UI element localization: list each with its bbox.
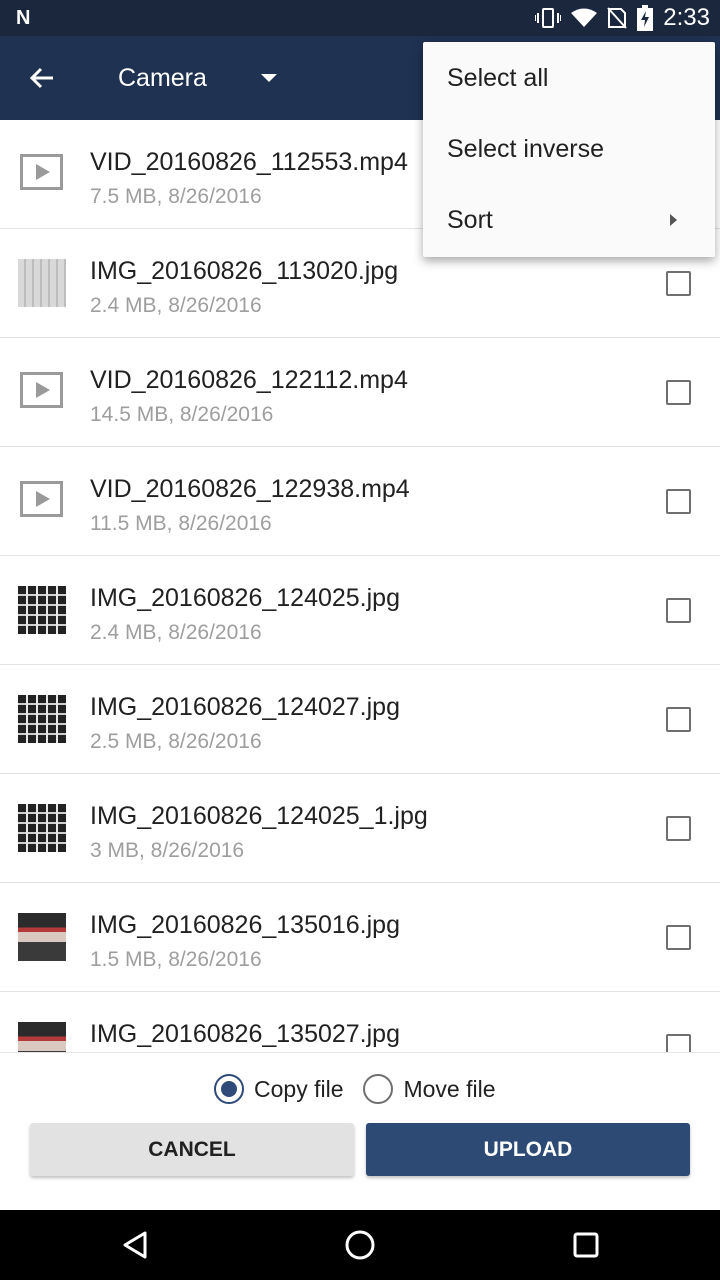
image-thumbnail <box>18 695 66 743</box>
clock: 2:33 <box>663 4 710 31</box>
folder-dropdown[interactable]: Camera <box>118 56 277 100</box>
menu-item-select-inverse[interactable]: Select inverse <box>423 114 715 185</box>
file-row[interactable]: IMG_20160826_124027.jpg 2.5 MB, 8/26/201… <box>0 665 720 774</box>
file-meta: 3 MB, 8/26/2016 <box>90 839 245 862</box>
file-meta: 1.5 MB, 8/26/2016 <box>90 948 262 971</box>
file-meta: 2.4 MB, 8/26/2016 <box>90 294 262 317</box>
battery-charging-icon <box>637 5 654 31</box>
menu-item-label: Select all <box>447 64 549 92</box>
back-triangle-icon[interactable] <box>117 1227 153 1263</box>
system-nav-bar <box>0 1210 720 1280</box>
file-row[interactable]: IMG_20160826_135027.jpg <box>0 992 720 1052</box>
file-checkbox[interactable] <box>666 271 691 296</box>
status-bar: N 2:33 <box>0 0 720 36</box>
home-circle-icon[interactable] <box>342 1227 378 1263</box>
overflow-menu: Select all Select inverse Sort <box>423 42 715 257</box>
video-file-icon <box>20 481 63 517</box>
image-thumbnail <box>18 913 66 961</box>
vibrate-icon <box>535 7 562 29</box>
file-meta: 2.5 MB, 8/26/2016 <box>90 730 262 753</box>
video-file-icon <box>20 372 63 408</box>
file-meta: 14.5 MB, 8/26/2016 <box>90 403 274 426</box>
menu-item-sort[interactable]: Sort <box>423 185 715 256</box>
file-checkbox[interactable] <box>666 925 691 950</box>
file-name: VID_20160826_112553.mp4 <box>90 148 408 176</box>
video-file-icon <box>20 154 63 190</box>
file-row[interactable]: VID_20160826_122938.mp4 11.5 MB, 8/26/20… <box>0 447 720 556</box>
file-row[interactable]: IMG_20160826_124025_1.jpg 3 MB, 8/26/201… <box>0 774 720 883</box>
wifi-icon <box>571 8 598 28</box>
file-row[interactable]: IMG_20160826_124025.jpg 2.4 MB, 8/26/201… <box>0 556 720 665</box>
file-checkbox[interactable] <box>666 380 691 405</box>
image-thumbnail <box>18 1022 66 1052</box>
copy-file-label: Copy file <box>254 1075 344 1102</box>
file-name: IMG_20160826_124025.jpg <box>90 584 400 612</box>
file-name: VID_20160826_122112.mp4 <box>90 366 408 394</box>
file-list[interactable]: VID_20160826_112553.mp4 7.5 MB, 8/26/201… <box>0 120 720 1052</box>
file-checkbox[interactable] <box>666 816 691 841</box>
file-checkbox[interactable] <box>666 489 691 514</box>
cancel-button[interactable]: CANCEL <box>30 1123 354 1176</box>
file-name: IMG_20160826_135027.jpg <box>90 1020 400 1048</box>
file-meta: 2.4 MB, 8/26/2016 <box>90 621 262 644</box>
copy-file-option[interactable]: Copy file <box>214 1074 343 1104</box>
folder-title: Camera <box>118 63 207 92</box>
file-name: IMG_20160826_135016.jpg <box>90 911 400 939</box>
file-meta: 7.5 MB, 8/26/2016 <box>90 185 262 208</box>
notification-n-icon: N <box>16 7 31 29</box>
file-name: VID_20160826_122938.mp4 <box>90 475 410 503</box>
menu-item-label: Select inverse <box>447 135 605 163</box>
file-checkbox[interactable] <box>666 1034 691 1052</box>
file-name: IMG_20160826_124025_1.jpg <box>90 802 428 830</box>
file-row[interactable]: IMG_20160826_135016.jpg 1.5 MB, 8/26/201… <box>0 883 720 992</box>
file-name: IMG_20160826_124027.jpg <box>90 693 400 721</box>
transfer-mode-radio-group: Copy file Move file <box>214 1074 496 1104</box>
upload-button[interactable]: UPLOAD <box>366 1123 690 1176</box>
file-checkbox[interactable] <box>666 598 691 623</box>
move-file-option[interactable]: Move file <box>363 1074 496 1104</box>
image-thumbnail <box>18 586 66 634</box>
move-file-label: Move file <box>403 1075 496 1102</box>
menu-item-label: Sort <box>447 206 493 234</box>
menu-item-select-all[interactable]: Select all <box>423 43 715 114</box>
move-file-radio[interactable] <box>363 1074 394 1104</box>
recents-square-icon[interactable] <box>568 1227 604 1263</box>
upload-options-panel: Copy file Move file CANCEL UPLOAD <box>0 1052 720 1210</box>
file-row[interactable]: VID_20160826_122112.mp4 14.5 MB, 8/26/20… <box>0 338 720 447</box>
submenu-arrow-icon <box>670 214 677 226</box>
image-thumbnail <box>18 259 66 307</box>
file-name: IMG_20160826_113020.jpg <box>90 257 399 285</box>
file-checkbox[interactable] <box>666 707 691 732</box>
file-meta: 11.5 MB, 8/26/2016 <box>90 512 272 535</box>
status-icons: 2:33 <box>535 0 710 36</box>
no-sim-icon <box>607 7 628 29</box>
copy-file-radio[interactable] <box>214 1074 244 1104</box>
caret-down-icon <box>260 74 277 82</box>
image-thumbnail <box>18 804 66 852</box>
arrow-back-icon[interactable] <box>22 60 62 96</box>
